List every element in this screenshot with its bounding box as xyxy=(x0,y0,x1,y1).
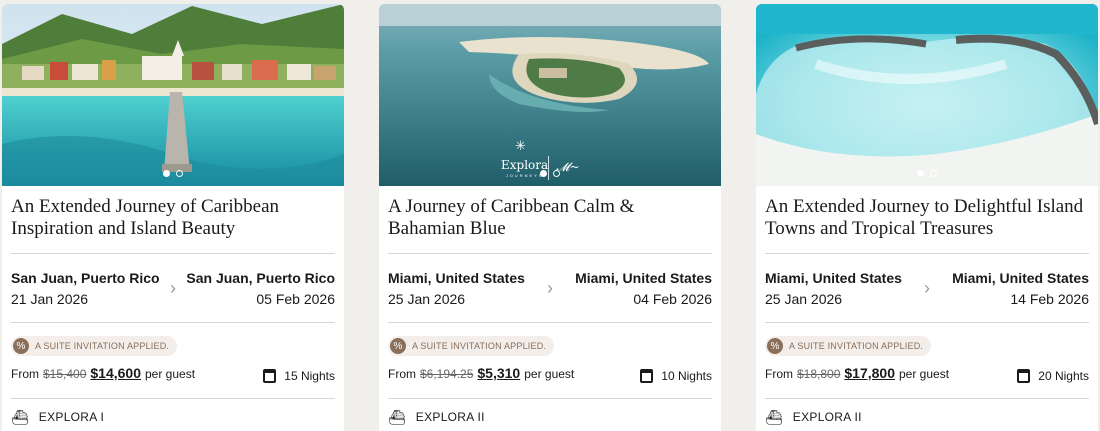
departure-date: 25 Jan 2026 xyxy=(765,290,843,307)
carousel-dot[interactable] xyxy=(540,170,547,177)
cruise-title[interactable]: A Journey of Caribbean Calm & Bahamian B… xyxy=(388,186,712,253)
departure-date: 25 Jan 2026 xyxy=(388,290,466,307)
cruise-card[interactable]: ✳ Explora JOURNEYS 𝓜~ A Journey of Carib… xyxy=(379,4,721,431)
carousel-dot[interactable] xyxy=(917,170,924,177)
price-from-label: From xyxy=(11,367,39,381)
route-row: San Juan, Puerto Rico 21 Jan 2026 › San … xyxy=(11,254,335,322)
ship-name: EXPLORA II xyxy=(792,410,862,424)
ship-row: ⛴ EXPLORA II xyxy=(388,399,712,431)
suite-invitation-badge: % A SUITE INVITATION APPLIED. xyxy=(11,336,178,356)
departure: San Juan, Puerto Rico 21 Jan 2026 xyxy=(11,270,160,307)
price-row: From $15,400 $14,600 per guest 15 Nights xyxy=(11,358,335,388)
price-from-label: From xyxy=(765,367,793,381)
divider xyxy=(11,322,335,323)
chevron-right-icon: › xyxy=(924,277,930,298)
suite-invitation-badge: % A SUITE INVITATION APPLIED. xyxy=(388,336,555,356)
arrival-date: 04 Feb 2026 xyxy=(633,290,712,307)
ship-row: ⛴ EXPLORA II xyxy=(765,399,1089,431)
carousel-dot[interactable] xyxy=(176,170,183,177)
calendar-icon xyxy=(640,369,654,383)
arrival-date: 05 Feb 2026 xyxy=(256,290,335,307)
badge-text: A SUITE INVITATION APPLIED. xyxy=(412,341,547,351)
cruise-photo-island-aerial[interactable]: ✳ Explora JOURNEYS 𝓜~ xyxy=(379,4,721,186)
arrival: San Juan, Puerto Rico 05 Feb 2026 xyxy=(186,270,335,307)
route-row: Miami, United States 25 Jan 2026 › Miami… xyxy=(388,254,712,322)
percent-icon: % xyxy=(390,338,406,354)
carousel-dots xyxy=(379,170,721,177)
cruise-card[interactable]: An Extended Journey to Delightful Island… xyxy=(756,4,1098,431)
logo-mark-icon: ✳ xyxy=(515,139,526,154)
ship-icon: ⛴ xyxy=(388,408,406,425)
carousel-dot[interactable] xyxy=(163,170,170,177)
departure-port: Miami, United States xyxy=(765,269,902,286)
nights-count: 10 Nights xyxy=(661,369,712,383)
carousel-dot[interactable] xyxy=(930,170,937,177)
price: From $15,400 $14,600 per guest xyxy=(11,365,195,381)
per-guest-label: per guest xyxy=(524,367,575,381)
cruise-photo-caribbean-town[interactable] xyxy=(2,4,344,186)
departure-port: Miami, United States xyxy=(388,269,525,286)
price: From $18,800 $17,800 per guest xyxy=(765,365,949,381)
departure-date: 21 Jan 2026 xyxy=(11,290,89,307)
arrival-date: 14 Feb 2026 xyxy=(1010,290,1089,307)
carousel-dots xyxy=(756,170,1098,177)
ship-name: EXPLORA I xyxy=(38,410,105,424)
cruise-title[interactable]: An Extended Journey to Delightful Island… xyxy=(765,186,1089,253)
arrival: Miami, United States 14 Feb 2026 xyxy=(952,270,1089,307)
arrival: Miami, United States 04 Feb 2026 xyxy=(575,270,712,307)
arrival-port: Miami, United States xyxy=(575,269,712,286)
ship-icon: ⛴ xyxy=(11,408,29,425)
old-price: $18,800 xyxy=(797,367,841,381)
arrival-port: San Juan, Puerto Rico xyxy=(186,269,335,286)
ship-row: ⛴ EXPLORA I xyxy=(11,399,335,431)
new-price[interactable]: $5,310 xyxy=(477,365,520,381)
departure: Miami, United States 25 Jan 2026 xyxy=(388,270,525,307)
chevron-right-icon: › xyxy=(170,277,176,298)
percent-icon: % xyxy=(13,338,29,354)
route-row: Miami, United States 25 Jan 2026 › Miami… xyxy=(765,254,1089,322)
cruise-card[interactable]: An Extended Journey of Caribbean Inspira… xyxy=(2,4,344,431)
carousel-dots xyxy=(2,170,344,177)
nights-count: 15 Nights xyxy=(284,369,335,383)
departure: Miami, United States 25 Jan 2026 xyxy=(765,270,902,307)
cruise-photo-lagoon-beach[interactable] xyxy=(756,4,1098,186)
ship-icon: ⛴ xyxy=(765,408,783,425)
nights: 20 Nights xyxy=(1017,369,1089,383)
price: From $6,194.25 $5,310 per guest xyxy=(388,365,574,381)
nights: 15 Nights xyxy=(263,369,335,383)
badge-text: A SUITE INVITATION APPLIED. xyxy=(35,341,170,351)
arrival-port: Miami, United States xyxy=(952,269,1089,286)
badge-text: A SUITE INVITATION APPLIED. xyxy=(789,341,924,351)
calendar-icon xyxy=(1017,369,1031,383)
divider xyxy=(765,322,1089,323)
percent-icon: % xyxy=(767,338,783,354)
chevron-right-icon: › xyxy=(547,277,553,298)
price-from-label: From xyxy=(388,367,416,381)
per-guest-label: per guest xyxy=(899,367,950,381)
price-row: From $6,194.25 $5,310 per guest 10 Night… xyxy=(388,358,712,388)
nights-count: 20 Nights xyxy=(1038,369,1089,383)
per-guest-label: per guest xyxy=(145,367,196,381)
cruise-title[interactable]: An Extended Journey of Caribbean Inspira… xyxy=(11,186,335,253)
divider xyxy=(388,322,712,323)
suite-invitation-badge: % A SUITE INVITATION APPLIED. xyxy=(765,336,932,356)
departure-port: San Juan, Puerto Rico xyxy=(11,269,160,286)
new-price[interactable]: $17,800 xyxy=(844,365,895,381)
old-price: $15,400 xyxy=(43,367,87,381)
calendar-icon xyxy=(263,369,277,383)
nights: 10 Nights xyxy=(640,369,712,383)
ship-name: EXPLORA II xyxy=(415,410,485,424)
new-price[interactable]: $14,600 xyxy=(90,365,141,381)
price-row: From $18,800 $17,800 per guest 20 Nights xyxy=(765,358,1089,388)
carousel-dot[interactable] xyxy=(553,170,560,177)
old-price: $6,194.25 xyxy=(420,367,474,381)
